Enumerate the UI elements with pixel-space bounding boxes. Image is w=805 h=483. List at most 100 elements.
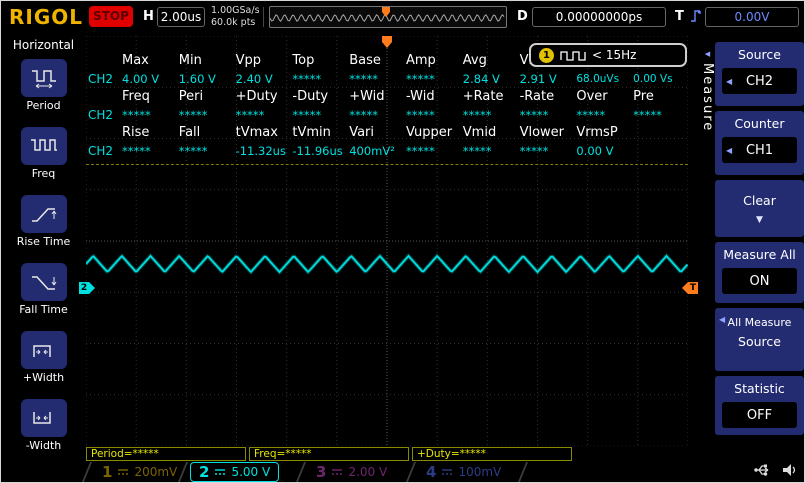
measure-value-cell: 0.00 V xyxy=(576,144,614,158)
trigger-level-marker[interactable]: T xyxy=(682,282,698,294)
measure-header-cell: Over xyxy=(576,89,608,104)
left-menu-item--width[interactable]: +Width xyxy=(1,331,86,399)
measure-value-cell: 2.84 V xyxy=(462,72,500,86)
menu-all-measure-source[interactable]: ◀ All Measure Source xyxy=(715,308,804,371)
measure-value-cell: ***** xyxy=(576,108,606,122)
soft-menu: Source ◀ CH2 Counter ◀ CH1 Clear ▼ Measu… xyxy=(715,42,804,435)
channel-strip: 1 200mV 2 5.00 V 3 2.00 V 4 100mV xyxy=(81,462,646,482)
measure-header-cell: Vpp xyxy=(235,53,261,68)
measure-header-cell: Peri xyxy=(178,89,204,104)
measure-value-cell: 68.0uVs xyxy=(576,73,620,85)
channel-number: 2 xyxy=(199,463,210,481)
measure-value-cell: ***** xyxy=(122,144,151,158)
waveform-overview-strip[interactable] xyxy=(269,6,507,28)
counter-value: < 15Hz xyxy=(592,48,637,62)
measure-header-cell: tVmin xyxy=(292,125,331,140)
trigger-label: T xyxy=(675,9,684,24)
measure-value-cell: ***** xyxy=(462,108,492,122)
measure-header-cell: +Rate xyxy=(462,89,504,104)
measure-all-value-box: ON xyxy=(722,268,797,294)
channel-4-indicator[interactable]: 4 100mV xyxy=(418,462,509,482)
trigger-position-marker[interactable] xyxy=(381,36,393,48)
channel-number: 4 xyxy=(426,463,437,481)
left-menu-item-label: Rise Time xyxy=(16,235,71,248)
measure-value-cell: ***** xyxy=(292,108,322,122)
frequency-counter: 1 < 15Hz xyxy=(529,43,687,67)
measure-header-cell: Vmid xyxy=(462,125,497,140)
measure-value-cell: ***** xyxy=(292,72,322,86)
measure-table: MaxMinVppTopBaseAmpAvgVrmsCH24.00 V1.60 … xyxy=(86,52,688,160)
measure-channel-label: CH2 xyxy=(88,108,114,122)
left-menu-item-label: Fall Time xyxy=(19,303,68,316)
channel-separator xyxy=(405,462,417,482)
menu-counter[interactable]: Counter ◀ CH1 xyxy=(715,111,804,175)
measure-value-cell: -11.96us xyxy=(292,144,343,158)
menu-measure-all[interactable]: Measure All ON xyxy=(715,242,804,303)
left-menu-title: Horizontal xyxy=(12,38,75,52)
measure-header-cell: Vlower xyxy=(519,125,565,140)
left-menu-item-fall-time[interactable]: Fall Time xyxy=(1,263,86,331)
measure-header-cell: Base xyxy=(349,53,381,68)
measure-value-cell: 400mV² xyxy=(349,144,395,158)
left-arrow-icon: ◀ xyxy=(719,315,726,324)
measure-value-cell: 4.00 V xyxy=(122,72,160,86)
measure-value-cell: ***** xyxy=(519,144,549,158)
measure-header-cell: Avg xyxy=(462,53,487,68)
run-state-badge[interactable]: STOP xyxy=(89,6,133,27)
measure-value-cell: ***** xyxy=(122,108,151,122)
channel-separator xyxy=(295,462,307,482)
measure-value-cell: ***** xyxy=(235,108,265,122)
measure-value-cell: ***** xyxy=(349,72,378,86)
measure-header-cell: Fall xyxy=(178,125,201,140)
delay-label: D xyxy=(517,9,528,24)
channel-1-indicator[interactable]: 1 200mV xyxy=(94,462,185,482)
counter-channel-badge: 1 xyxy=(539,47,554,63)
measure-value-cell xyxy=(631,142,688,160)
measure-value-cell: ***** xyxy=(633,108,662,122)
rigol-logo: RIGOL xyxy=(9,5,84,29)
measure-header-cell: Top xyxy=(292,53,315,68)
measure-header-cell: Rise xyxy=(122,125,150,140)
usb-icon xyxy=(754,464,769,476)
left-menu-item--width[interactable]: -Width xyxy=(1,399,86,467)
measure-value-cell: ***** xyxy=(349,108,378,122)
trigger-level-value[interactable]: 0.00V xyxy=(705,7,799,27)
measure-readout-1: Period=***** xyxy=(86,447,246,461)
measure-header-cell xyxy=(631,124,688,142)
delay-value[interactable]: 0.00000000ps xyxy=(532,7,666,27)
menu-source[interactable]: Source ◀ CH2 xyxy=(715,42,804,106)
measure-header-cell: VrmsP xyxy=(576,125,618,140)
ch2-offset-marker[interactable]: 2 xyxy=(79,282,95,294)
status-icons xyxy=(753,460,803,480)
timebase-value[interactable]: 2.00us xyxy=(157,7,205,27)
trigger-position-mini-icon xyxy=(380,7,392,17)
measure-value-cell: ***** xyxy=(178,108,208,122)
measure-header-cell: Vupper xyxy=(405,125,453,140)
measure-header-cell: Vari xyxy=(349,125,374,140)
channel-separator xyxy=(517,462,529,482)
measure-readout-2: Freq=***** xyxy=(249,447,409,461)
measure-header-cell: Freq xyxy=(122,89,150,104)
channel-scale: 2.00 V xyxy=(348,465,388,479)
measure-header-cell: tVmax xyxy=(235,125,278,140)
statistic-value-box: OFF xyxy=(722,402,797,428)
left-menu-items: Period Freq Rise Time Fall Time +Width -Width xyxy=(1,59,86,467)
channel-3-indicator[interactable]: 3 2.00 V xyxy=(308,462,395,482)
menu-statistic[interactable]: Statistic OFF xyxy=(715,376,804,435)
measure-menu-tab[interactable]: ◀ Measure xyxy=(700,50,715,133)
oscilloscope-screen: RIGOL STOP H 2.00us 1.00GSa/s 60.0k pts … xyxy=(0,0,805,483)
sample-rate-info: 1.00GSa/s 60.0k pts xyxy=(211,5,260,28)
top-bar: RIGOL STOP H 2.00us 1.00GSa/s 60.0k pts … xyxy=(1,1,804,33)
menu-tab-title: Measure xyxy=(700,63,715,133)
left-menu-item-freq[interactable]: Freq xyxy=(1,127,86,195)
measure-value-cell: 2.40 V xyxy=(235,72,273,86)
menu-clear[interactable]: Clear ▼ xyxy=(715,180,804,237)
measure-header-cell: Pre xyxy=(633,89,654,104)
channel-2-indicator[interactable]: 2 5.00 V xyxy=(190,462,280,482)
coupling-icon xyxy=(118,468,129,475)
horizontal-label: H xyxy=(143,9,154,24)
left-menu-item-label: +Width xyxy=(22,371,65,384)
measure-header-cell: +Wid xyxy=(349,89,385,104)
left-menu-item-period[interactable]: Period xyxy=(1,59,86,127)
left-menu-item-rise-time[interactable]: Rise Time xyxy=(1,195,86,263)
